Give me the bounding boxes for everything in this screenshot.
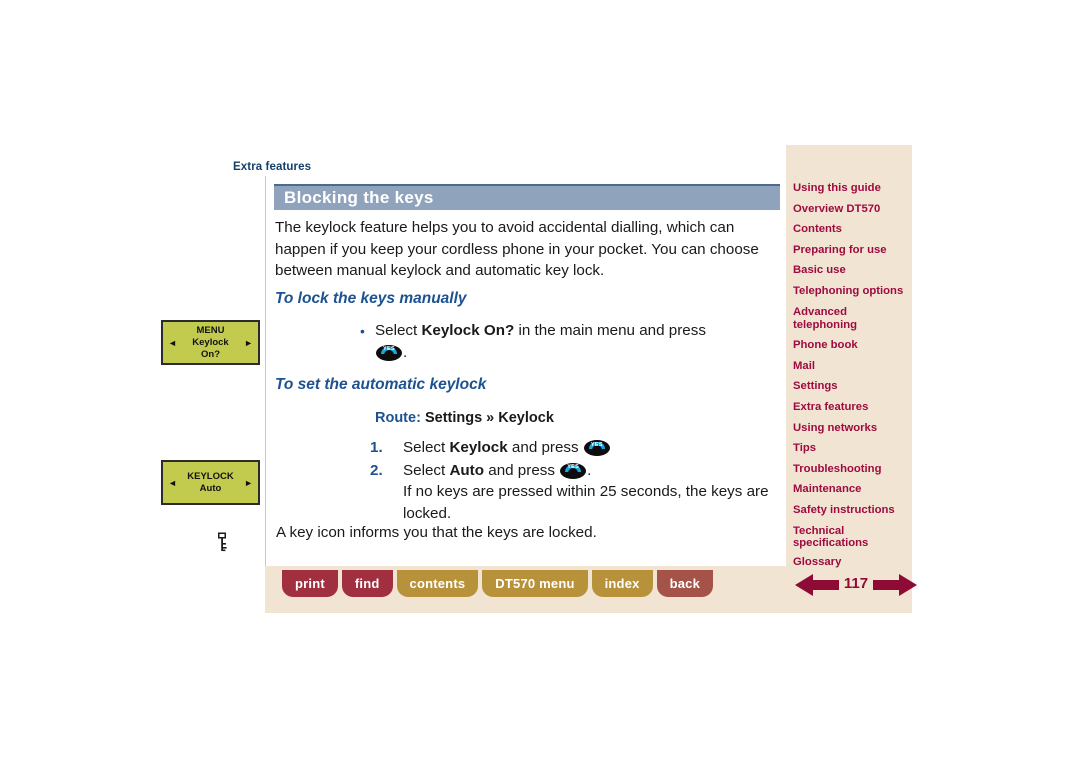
contents-button[interactable]: contents: [396, 570, 479, 597]
bullet-text-after: in the main menu and press: [514, 322, 706, 339]
sidebar-item-troubleshooting[interactable]: Troubleshooting: [793, 463, 909, 476]
step-1-text-after: and press: [507, 439, 583, 456]
sidebar-item-extra-features[interactable]: Extra features: [793, 401, 909, 414]
sidebar-item-technical-specifications[interactable]: Technical specifications: [793, 525, 909, 549]
section-title-bar: Blocking the keys: [274, 184, 780, 210]
lcd2-line2: Auto: [199, 482, 222, 494]
sidebar-item-telephoning-options[interactable]: Telephoning options: [793, 285, 909, 298]
step-2-text-before: Select: [403, 461, 450, 479]
step-item-2: 2. Select Auto and press YES. If no keys …: [370, 460, 781, 525]
bullet-instruction: • Select Keylock On? in the main menu an…: [360, 320, 781, 363]
step-1-text-before: Select: [403, 439, 450, 456]
manual-page: Extra features Blocking the keys The key…: [0, 0, 1080, 763]
route-path: Settings » Keylock: [424, 410, 554, 426]
dt570-menu-button[interactable]: DT570 menu: [482, 570, 588, 597]
sidebar-item-basic-use[interactable]: Basic use: [793, 264, 909, 277]
step-2-extra-text: If no keys are pressed within 25 seconds…: [403, 483, 769, 522]
sidebar-item-glossary[interactable]: Glossary: [793, 556, 909, 569]
lcd-arrow-right-icon[interactable]: ►: [244, 478, 253, 488]
route-line: Route: Settings » Keylock: [375, 410, 554, 426]
bullet-marker: •: [360, 323, 365, 339]
step-2-text-after: and press: [484, 461, 560, 479]
bullet-bold-term: Keylock On?: [421, 322, 515, 339]
subheading-manual-keylock: To lock the keys manually: [275, 290, 467, 307]
sidebar-item-settings[interactable]: Settings: [793, 380, 909, 393]
bullet-text-before: Select: [375, 322, 422, 339]
yes-button-label: YES: [567, 464, 580, 470]
lcd1-line3: On?: [201, 348, 220, 360]
page-title: Blocking the keys: [284, 188, 434, 207]
sidebar-item-tips[interactable]: Tips: [793, 442, 909, 455]
back-button[interactable]: back: [656, 570, 714, 597]
sidebar-item-mail[interactable]: Mail: [793, 360, 909, 373]
breadcrumb: Extra features: [233, 161, 312, 173]
yes-call-button-icon[interactable]: YES: [583, 440, 610, 456]
step-number-2: 2.: [370, 461, 383, 479]
lcd-arrow-left-icon[interactable]: ◄: [168, 478, 177, 488]
lcd-arrow-left-icon[interactable]: ◄: [168, 338, 177, 348]
sidebar-nav: Using this guide Overview DT570 Contents…: [793, 182, 909, 576]
find-button[interactable]: find: [341, 570, 393, 597]
lcd1-line1: MENU: [196, 324, 225, 336]
index-button[interactable]: index: [591, 570, 653, 597]
lcd-display-keylock-on: ◄ ► MENU Keylock On?: [161, 320, 260, 365]
sidebar-item-phone-book[interactable]: Phone book: [793, 339, 909, 352]
sidebar-item-safety-instructions[interactable]: Safety instructions: [793, 504, 909, 517]
yes-call-button-icon[interactable]: YES: [560, 462, 587, 479]
print-button[interactable]: print: [282, 570, 338, 597]
intro-paragraph: The keylock feature helps you to avoid a…: [275, 219, 759, 279]
step-1-bold-term: Keylock: [449, 439, 508, 456]
footer-button-bar: print find contents DT570 menu index bac…: [282, 570, 714, 597]
numbered-steps: 1. Select Keylock and press YES 2. Select …: [370, 437, 781, 525]
step-number-1: 1.: [370, 439, 383, 456]
pager: 117: [795, 571, 917, 599]
sidebar-item-using-networks[interactable]: Using networks: [793, 422, 909, 435]
page-number: 117: [843, 575, 869, 592]
yes-call-button-icon[interactable]: YES: [376, 344, 402, 361]
sidebar-item-contents[interactable]: Contents: [793, 223, 909, 236]
step-2-bold-term: Auto: [449, 461, 485, 479]
sidebar-item-using-this-guide[interactable]: Using this guide: [793, 182, 909, 195]
closing-paragraph: A key icon informs you that the keys are…: [276, 524, 597, 541]
lcd-arrow-right-icon[interactable]: ►: [244, 338, 253, 348]
sidebar-item-maintenance[interactable]: Maintenance: [793, 483, 909, 496]
yes-button-label: YES: [590, 441, 603, 448]
key-icon: [214, 532, 232, 552]
lcd1-line2: Keylock: [192, 336, 229, 348]
sidebar-item-overview-dt570[interactable]: Overview DT570: [793, 203, 909, 216]
subheading-automatic-keylock: To set the automatic keylock: [275, 376, 487, 393]
yes-button-label: YES: [383, 346, 395, 352]
route-label: Route:: [375, 410, 421, 426]
sidebar-item-preparing-for-use[interactable]: Preparing for use: [793, 244, 909, 257]
bullet-trailing-period: .: [403, 343, 408, 361]
lcd-display-keylock-auto: ◄ ► KEYLOCK Auto: [161, 460, 260, 505]
step-item-1: 1. Select Keylock and press YES: [370, 437, 781, 459]
lcd2-line1: KEYLOCK: [187, 470, 234, 482]
sidebar-item-advanced-telephoning[interactable]: Advanced telephoning: [793, 306, 909, 332]
